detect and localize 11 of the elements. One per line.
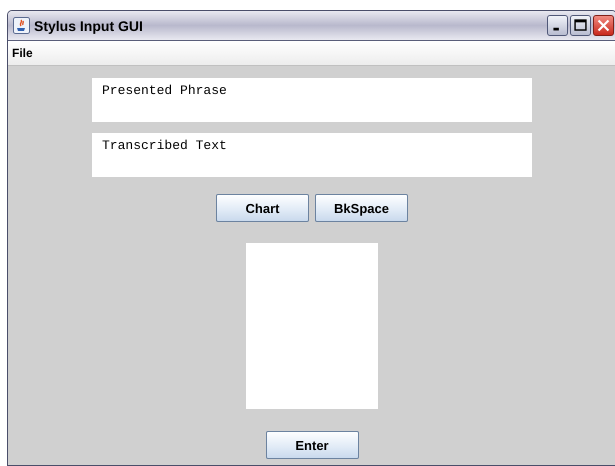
null[interactable]: Enter <box>266 431 358 459</box>
close-icon[interactable] <box>593 15 614 36</box>
null[interactable]: Chart <box>216 194 309 222</box>
null[interactable]: BkSpace <box>315 194 408 222</box>
cup-icon <box>13 17 30 34</box>
menu-item[interactable]: File <box>12 46 33 60</box>
minimize-icon[interactable] <box>547 15 568 36</box>
maximize-icon[interactable] <box>570 15 591 36</box>
text-field[interactable]: Transcribed Text <box>92 133 532 177</box>
text-field[interactable]: Presented Phrase <box>92 78 532 122</box>
window-title: Stylus Input GUI <box>34 18 144 34</box>
